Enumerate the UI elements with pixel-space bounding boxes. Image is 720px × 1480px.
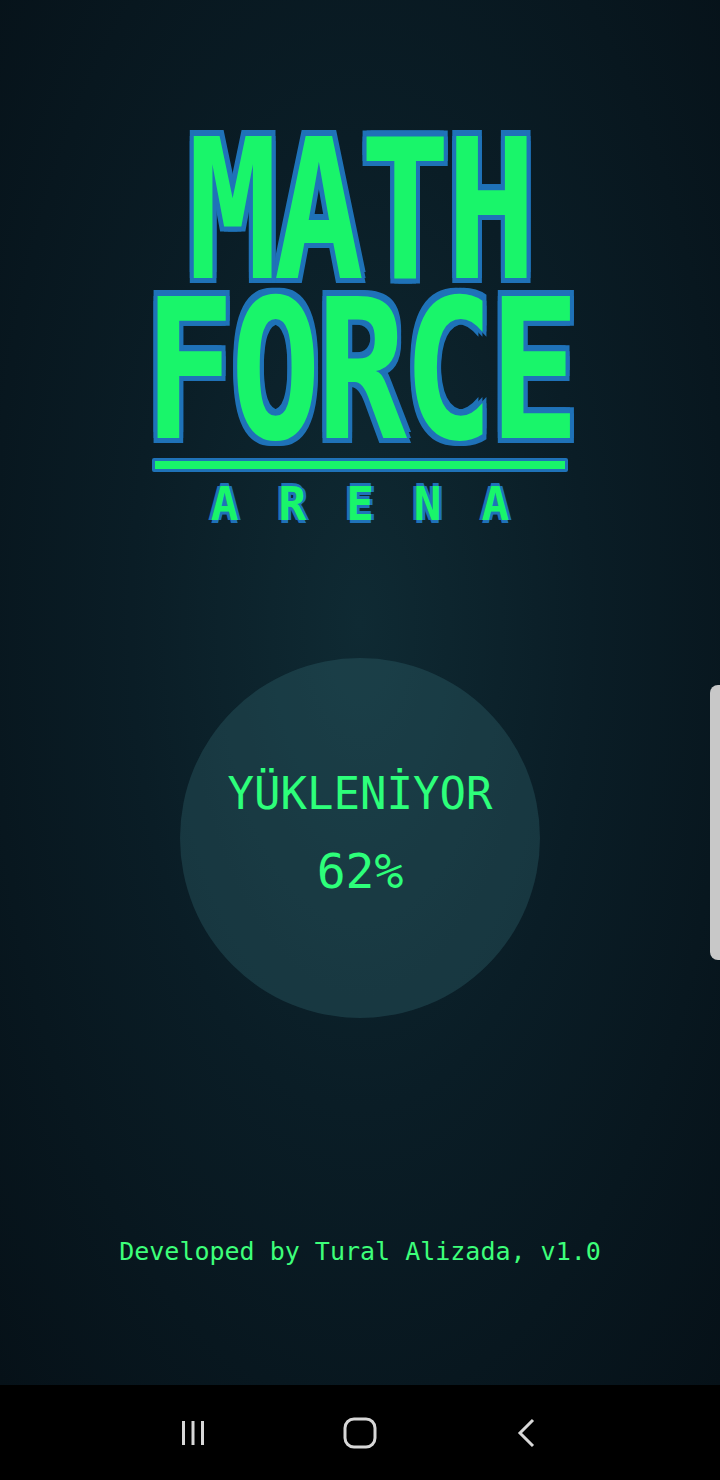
developer-credit: Developed by Tural Alizada, v1.0 xyxy=(119,1236,601,1268)
logo-line-force: FORCE xyxy=(144,266,576,474)
recent-apps-icon[interactable] xyxy=(175,1415,211,1451)
loading-screen: MATHFORCEARENA YÜKLENİYOR 62% Developed by … xyxy=(0,0,720,1480)
system-nav-bar xyxy=(0,1385,720,1480)
loading-label: YÜKLENİYOR xyxy=(228,769,493,819)
logo-line-arena: ARENA xyxy=(171,478,549,530)
back-icon[interactable] xyxy=(509,1415,545,1451)
edge-panel-handle[interactable] xyxy=(710,685,720,960)
home-icon[interactable] xyxy=(340,1413,380,1453)
loading-percent: 62% xyxy=(317,845,404,897)
loading-circle: YÜKLENİYOR 62% xyxy=(180,658,540,1018)
game-area: MATHFORCEARENA YÜKLENİYOR 62% Developed by … xyxy=(0,0,720,1385)
game-logo: MATHFORCEARENA xyxy=(150,130,570,530)
